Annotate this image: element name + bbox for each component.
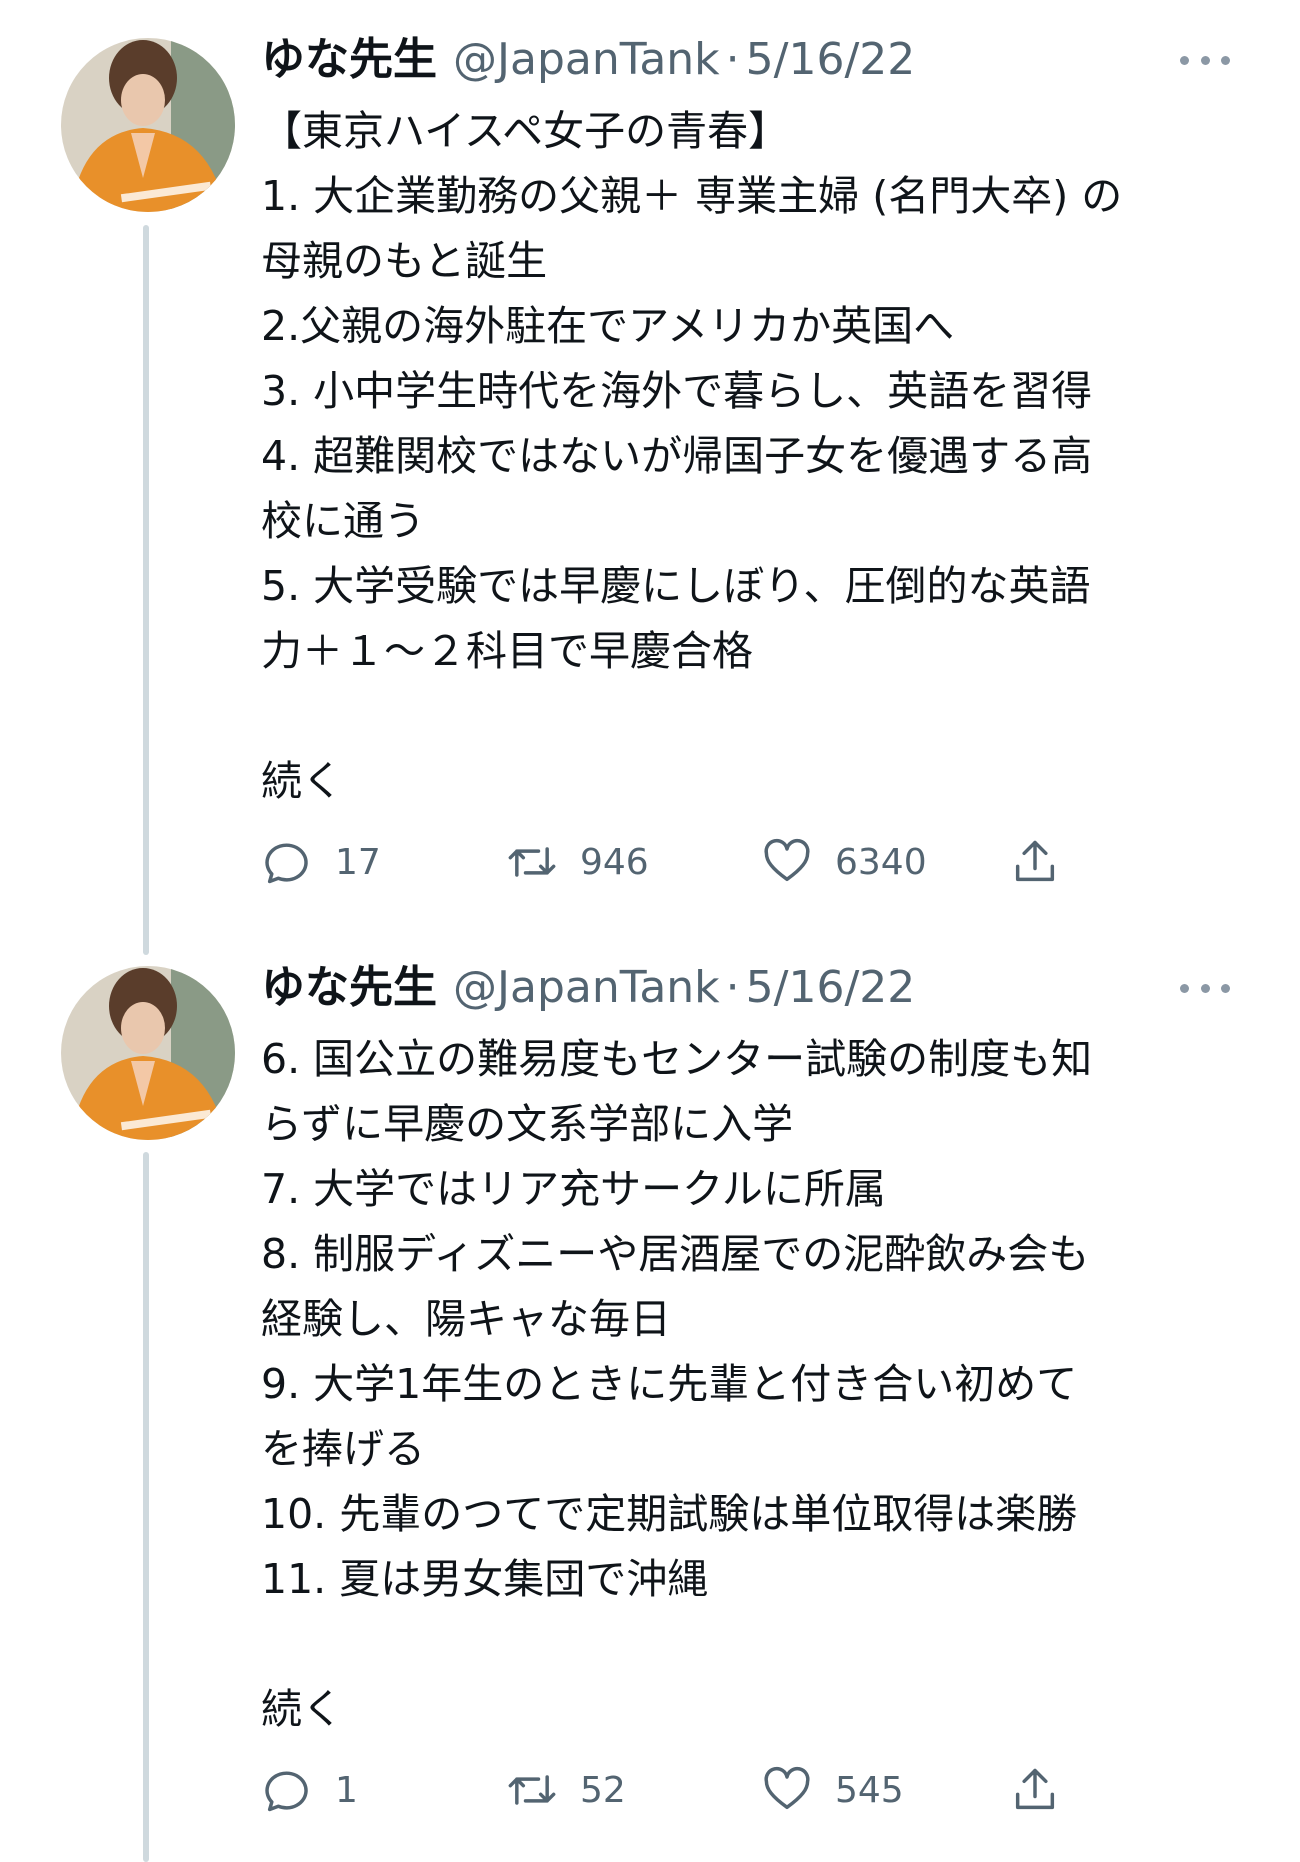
retweet-count: 946 bbox=[580, 841, 649, 883]
retweet-button[interactable]: 946 bbox=[506, 832, 649, 892]
reply-icon bbox=[265, 1771, 308, 1812]
author-name[interactable]: ゆな先生 bbox=[261, 958, 437, 1018]
more-dot bbox=[1200, 983, 1210, 993]
text-line: を捧げる bbox=[261, 1425, 425, 1473]
retweet-count: 52 bbox=[580, 1769, 626, 1811]
text-line: 力＋１～２科目で早慶合格 bbox=[261, 627, 753, 675]
author-handle[interactable]: @JapanTank bbox=[453, 30, 720, 90]
like-button[interactable]: 545 bbox=[761, 1760, 904, 1820]
more-dot bbox=[1221, 983, 1230, 993]
reply-icon bbox=[265, 843, 308, 884]
separator: · bbox=[725, 962, 740, 1013]
retweet-button[interactable]: 52 bbox=[506, 1760, 626, 1820]
continued-text: 続く bbox=[261, 757, 343, 805]
author-handle[interactable]: @JapanTank bbox=[453, 958, 720, 1018]
retweet-icon bbox=[508, 847, 556, 877]
like-count: 6340 bbox=[835, 841, 927, 883]
more-dot bbox=[1200, 55, 1210, 65]
more-icon[interactable] bbox=[1180, 48, 1230, 72]
more-dot bbox=[1180, 55, 1189, 65]
heart-icon bbox=[764, 1766, 810, 1810]
heart-icon bbox=[764, 838, 810, 882]
text-line: 校に通う bbox=[261, 497, 425, 545]
action-bar: 1 52 545 bbox=[261, 1760, 1081, 1820]
reply-count: 1 bbox=[335, 1769, 358, 1811]
text-line: 【東京ハイスペ女子の青春】 bbox=[261, 107, 790, 155]
author-name[interactable]: ゆな先生 bbox=[261, 30, 437, 90]
share-icon bbox=[1015, 840, 1055, 882]
avatar[interactable] bbox=[61, 38, 235, 212]
avatar-image bbox=[61, 38, 235, 212]
continued-text: 続く bbox=[261, 1685, 343, 1733]
thread-line bbox=[143, 1152, 149, 1862]
separator: · bbox=[725, 34, 740, 85]
text-line: 11. 夏は男女集団で沖縄 bbox=[261, 1555, 709, 1603]
share-button[interactable] bbox=[1009, 1760, 1083, 1820]
text-line: 9. 大学1年生のときに先輩と付き合い初めて bbox=[261, 1360, 1078, 1408]
tweet-text: 6. 国公立の難易度もセンター試験の制度も知 らずに早慶の文系学部に入学 7. … bbox=[261, 1027, 1261, 1742]
text-line: 8. 制服ディズニーや居酒屋での泥酔飲み会も bbox=[261, 1230, 1090, 1278]
reply-count: 17 bbox=[335, 841, 381, 883]
tweet-date[interactable]: 5/16/22 bbox=[746, 30, 916, 90]
text-line: 5. 大学受験では早慶にしぼり、圧倒的な英語 bbox=[261, 562, 1091, 610]
text-line: 母親のもと誕生 bbox=[261, 237, 548, 285]
action-bar: 17 946 6340 bbox=[261, 832, 1081, 892]
thread-line bbox=[143, 225, 149, 955]
tweet-header: ゆな先生 @JapanTank · 5/16/22 bbox=[261, 30, 915, 90]
text-line: 1. 大企業勤務の父親＋ 専業主婦 (名門大卒) の bbox=[261, 172, 1123, 220]
text-line: 経験し、陽キャな毎日 bbox=[261, 1295, 671, 1343]
tweet-date[interactable]: 5/16/22 bbox=[746, 958, 916, 1018]
tweet-header: ゆな先生 @JapanTank · 5/16/22 bbox=[261, 958, 915, 1018]
like-count: 545 bbox=[835, 1769, 904, 1811]
more-dot bbox=[1221, 55, 1230, 65]
text-line: 6. 国公立の難易度もセンター試験の制度も知 bbox=[261, 1035, 1093, 1083]
retweet-icon bbox=[508, 1775, 556, 1805]
share-button[interactable] bbox=[1009, 832, 1083, 892]
text-line: 4. 超難関校ではないが帰国子女を優遇する高 bbox=[261, 432, 1093, 480]
avatar[interactable] bbox=[61, 966, 235, 1140]
text-line: らずに早慶の文系学部に入学 bbox=[261, 1100, 794, 1148]
avatar-image bbox=[61, 966, 235, 1140]
tweet[interactable]: ゆな先生 @JapanTank · 5/16/22 6. 国公立の難易度もセンタ… bbox=[0, 930, 1300, 1862]
text-line: 7. 大学ではリア充サークルに所属 bbox=[261, 1165, 886, 1213]
like-button[interactable]: 6340 bbox=[761, 832, 927, 892]
text-line: 10. 先輩のつてで定期試験は単位取得は楽勝 bbox=[261, 1490, 1078, 1538]
tweet[interactable]: ゆな先生 @JapanTank · 5/16/22 【東京ハイスペ女子の青春】 … bbox=[0, 0, 1300, 955]
reply-button[interactable]: 17 bbox=[261, 832, 381, 892]
tweet-text: 【東京ハイスペ女子の青春】 1. 大企業勤務の父親＋ 専業主婦 (名門大卒) の… bbox=[261, 99, 1261, 814]
more-icon[interactable] bbox=[1180, 976, 1230, 1000]
reply-button[interactable]: 1 bbox=[261, 1760, 358, 1820]
text-line: 2.父親の海外駐在でアメリカか英国へ bbox=[261, 302, 955, 350]
share-icon bbox=[1015, 1768, 1055, 1810]
more-dot bbox=[1180, 983, 1189, 993]
text-line: 3. 小中学生時代を海外で暮らし、英語を習得 bbox=[261, 367, 1093, 415]
